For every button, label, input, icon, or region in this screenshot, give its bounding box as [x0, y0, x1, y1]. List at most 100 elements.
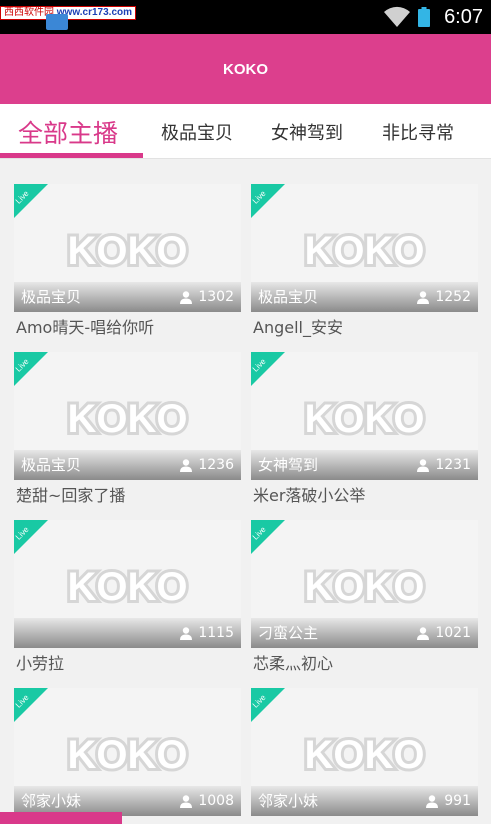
tab-bar: 全部主播 极品宝贝 女神驾到 非比寻常	[0, 104, 491, 159]
thumbnail-info-bar: 1115	[14, 618, 241, 648]
stream-thumbnail[interactable]: KOKO Live 刁蛮公主 1021	[251, 520, 478, 648]
svg-text:KOKO: KOKO	[305, 565, 425, 609]
status-clock: 6:07	[444, 6, 483, 28]
watermark-url: www.cr173.com	[56, 7, 133, 18]
stream-card[interactable]: KOKO Live 极品宝贝 1236 楚甜~回家了播	[14, 352, 241, 512]
stream-category: 极品宝贝	[21, 456, 82, 474]
svg-text:KOKO: KOKO	[305, 229, 425, 273]
viewer-count-value: 1115	[198, 625, 234, 641]
viewer-count: 1115	[180, 624, 234, 642]
stream-category: 邻家小妹	[21, 792, 82, 810]
svg-text:KOKO: KOKO	[68, 565, 188, 609]
stream-thumbnail[interactable]: KOKO Live 极品宝贝 1252	[251, 184, 478, 312]
stream-title[interactable]: 楚甜~回家了播	[16, 485, 125, 507]
tab-all-hosts[interactable]: 全部主播	[18, 104, 118, 159]
app-title: KOKO	[223, 60, 268, 78]
stream-card[interactable]: KOKO Live 1115 小劳拉	[14, 520, 241, 680]
stream-thumbnail[interactable]: KOKO Live 极品宝贝 1236	[14, 352, 241, 480]
stream-card[interactable]: KOKO Live 刁蛮公主 1021 芯柔灬初心	[251, 520, 478, 680]
koko-placeholder-logo: KOKO	[302, 562, 428, 612]
stream-thumbnail[interactable]: KOKO Live 邻家小妹 991	[251, 688, 478, 816]
live-badge-icon: Live	[14, 688, 48, 722]
stream-title[interactable]: 芯柔灬初心	[253, 653, 333, 675]
koko-placeholder-logo: KOKO	[302, 394, 428, 444]
viewer-count: 1252	[417, 288, 471, 306]
viewer-count-value: 1008	[198, 793, 234, 809]
live-badge-icon: Live	[14, 352, 48, 386]
thumbnail-info-bar: 极品宝贝 1302	[14, 282, 241, 312]
person-icon	[180, 794, 193, 808]
viewer-count-value: 1231	[435, 457, 471, 473]
thumbnail-info-bar: 邻家小妹 991	[251, 786, 478, 816]
tab-extraordinary[interactable]: 非比寻常	[382, 104, 454, 159]
viewer-count: 1231	[417, 456, 471, 474]
live-badge-icon: Live	[251, 688, 285, 722]
person-icon	[180, 290, 193, 304]
stream-card[interactable]: KOKO Live 邻家小妹 1008	[14, 688, 241, 824]
person-icon	[180, 458, 193, 472]
koko-placeholder-logo: KOKO	[65, 394, 191, 444]
viewer-count: 991	[426, 792, 471, 810]
live-badge-icon: Live	[251, 184, 285, 218]
live-badge-icon: Live	[14, 184, 48, 218]
stream-thumbnail[interactable]: KOKO Live 1115	[14, 520, 241, 648]
status-bar: 西西软件园 www.cr173.com 6:07	[0, 0, 491, 34]
stream-card[interactable]: KOKO Live 极品宝贝 1302 Amo晴天-唱给你听	[14, 184, 241, 344]
stream-category: 女神驾到	[258, 456, 319, 474]
viewer-count-value: 1021	[435, 625, 471, 641]
bottom-scroll-indicator	[0, 812, 122, 824]
wifi-icon	[384, 6, 410, 27]
stream-title[interactable]: Angell_安安	[253, 317, 343, 339]
live-badge-icon: Live	[251, 352, 285, 386]
stream-thumbnail[interactable]: KOKO Live 女神驾到 1231	[251, 352, 478, 480]
koko-placeholder-logo: KOKO	[65, 226, 191, 276]
stream-thumbnail[interactable]: KOKO Live 邻家小妹 1008	[14, 688, 241, 816]
app-notification-icon	[46, 14, 68, 30]
watermark: 西西软件园 www.cr173.com	[0, 6, 137, 20]
stream-card[interactable]: KOKO Live 邻家小妹 991	[251, 688, 478, 824]
thumbnail-info-bar: 刁蛮公主 1021	[251, 618, 478, 648]
live-badge-icon: Live	[251, 520, 285, 554]
tab-active-indicator	[0, 153, 143, 158]
koko-placeholder-logo: KOKO	[302, 226, 428, 276]
koko-placeholder-logo: KOKO	[65, 562, 191, 612]
svg-text:KOKO: KOKO	[68, 229, 188, 273]
viewer-count-value: 1252	[435, 289, 471, 305]
stream-category: 极品宝贝	[258, 288, 319, 306]
stream-title[interactable]: 小劳拉	[16, 653, 64, 675]
stream-title[interactable]: 米er落破小公举	[253, 485, 365, 507]
viewer-count: 1302	[180, 288, 234, 306]
stream-category: 刁蛮公主	[258, 624, 319, 642]
thumbnail-info-bar: 极品宝贝 1252	[251, 282, 478, 312]
stream-title[interactable]: Amo晴天-唱给你听	[16, 317, 154, 339]
app-header: KOKO	[0, 34, 491, 104]
person-icon	[417, 290, 430, 304]
viewer-count: 1236	[180, 456, 234, 474]
battery-icon	[418, 7, 430, 27]
viewer-count-value: 1236	[198, 457, 234, 473]
tab-goddess-arrives[interactable]: 女神驾到	[271, 104, 343, 159]
stream-category: 邻家小妹	[258, 792, 319, 810]
viewer-count: 1008	[180, 792, 234, 810]
svg-text:KOKO: KOKO	[68, 397, 188, 441]
stream-card[interactable]: KOKO Live 极品宝贝 1252 Angell_安安	[251, 184, 478, 344]
stream-grid[interactable]: KOKO Live 极品宝贝 1302 Amo晴天-唱给你听 KOKO Live…	[0, 159, 491, 824]
koko-placeholder-logo: KOKO	[302, 730, 428, 780]
tab-top-babes[interactable]: 极品宝贝	[161, 104, 233, 159]
thumbnail-info-bar: 极品宝贝 1236	[14, 450, 241, 480]
person-icon	[417, 458, 430, 472]
svg-text:KOKO: KOKO	[305, 733, 425, 777]
person-icon	[417, 626, 430, 640]
live-badge-icon: Live	[14, 520, 48, 554]
koko-placeholder-logo: KOKO	[65, 730, 191, 780]
viewer-count-value: 991	[444, 793, 471, 809]
thumbnail-info-bar: 女神驾到 1231	[251, 450, 478, 480]
stream-category: 极品宝贝	[21, 288, 82, 306]
stream-card[interactable]: KOKO Live 女神驾到 1231 米er落破小公举	[251, 352, 478, 512]
person-icon	[426, 794, 439, 808]
viewer-count-value: 1302	[198, 289, 234, 305]
viewer-count: 1021	[417, 624, 471, 642]
stream-thumbnail[interactable]: KOKO Live 极品宝贝 1302	[14, 184, 241, 312]
svg-text:KOKO: KOKO	[305, 397, 425, 441]
svg-text:KOKO: KOKO	[68, 733, 188, 777]
